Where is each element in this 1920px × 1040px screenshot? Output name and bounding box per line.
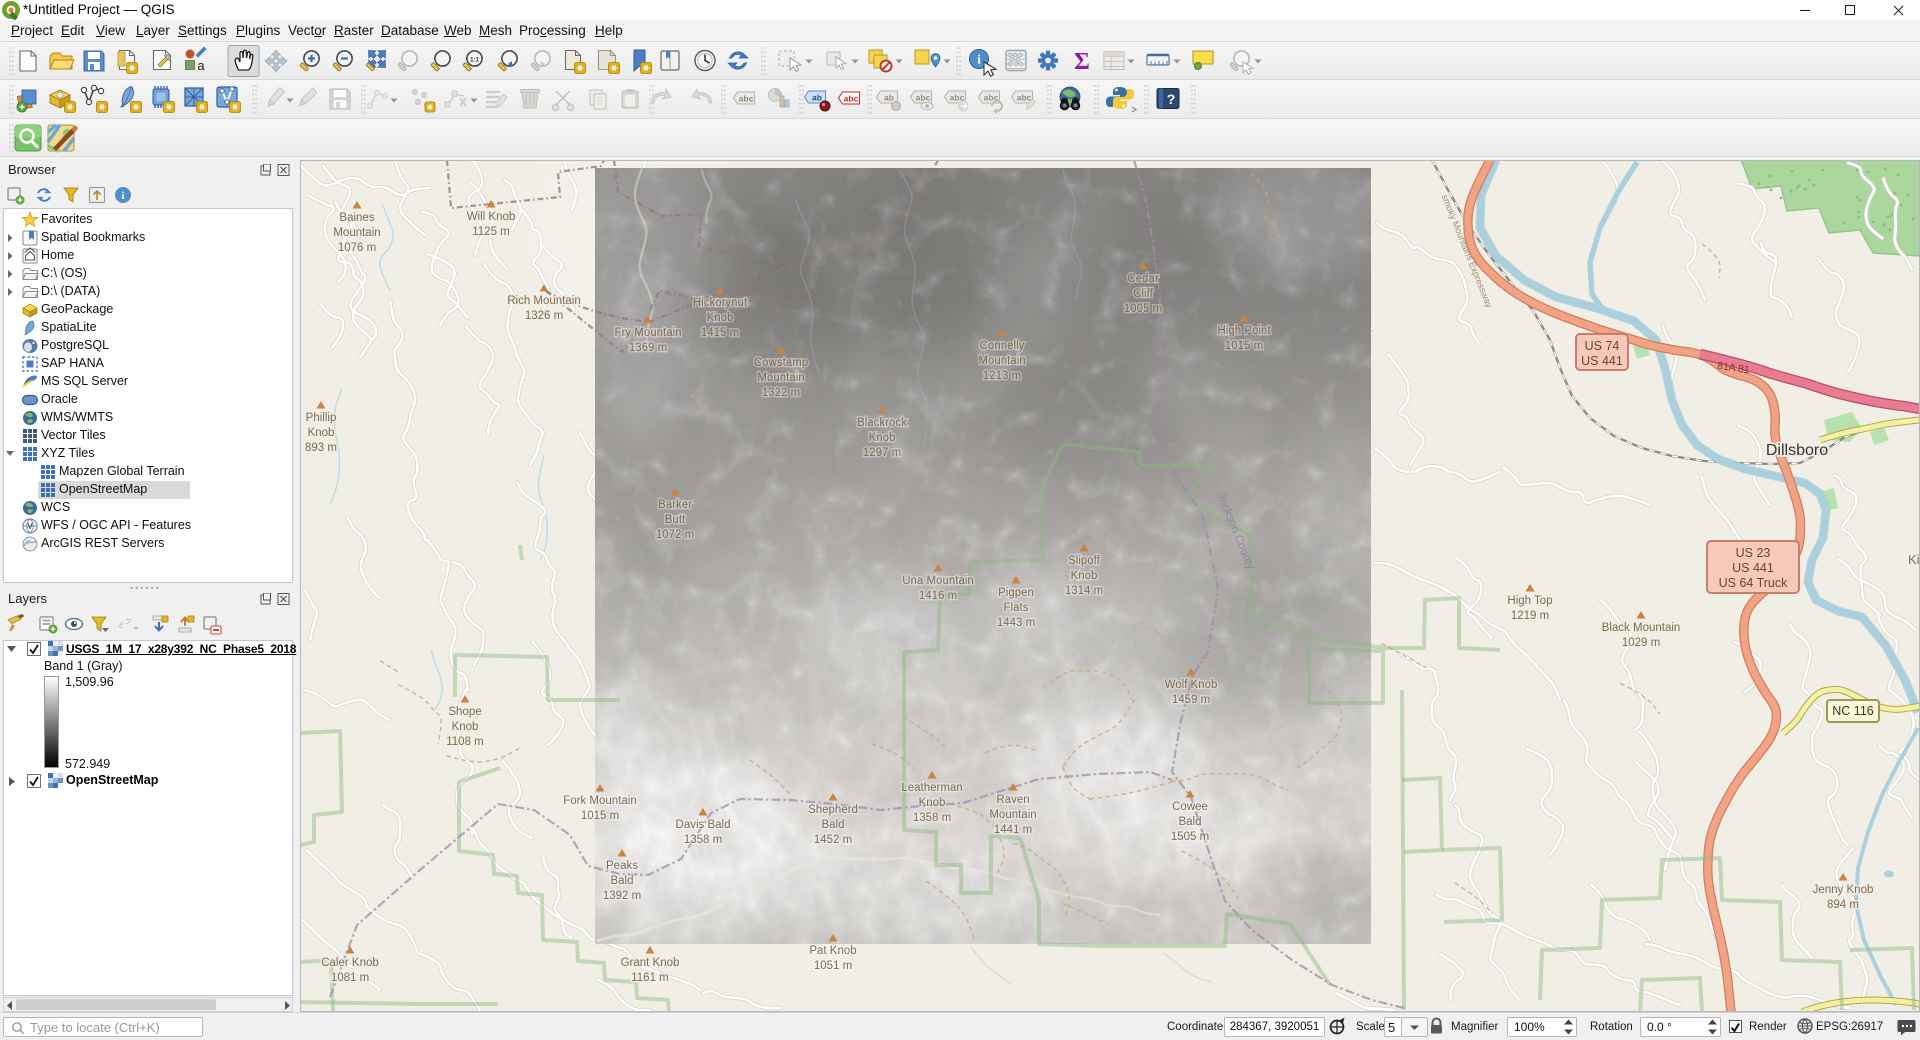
svg-text:US 441: US 441 <box>1581 354 1623 368</box>
svg-text:Bald: Bald <box>821 819 844 831</box>
svg-text:1416 m: 1416 m <box>919 590 957 602</box>
svg-text:1219 m: 1219 m <box>1511 610 1549 622</box>
svg-text:1297 m: 1297 m <box>863 447 901 459</box>
svg-text:i: i <box>121 190 124 202</box>
svg-text:1015 m: 1015 m <box>1225 340 1263 352</box>
svg-text:Hickorynut: Hickorynut <box>693 297 748 309</box>
svg-text:Knob: Knob <box>452 721 479 733</box>
svg-text:US 23: US 23 <box>1736 546 1771 560</box>
svg-text:abc: abc <box>739 93 754 103</box>
svg-text:Peaks: Peaks <box>606 860 638 872</box>
svg-text:1441 m: 1441 m <box>994 824 1032 836</box>
svg-text:Knob: Knob <box>869 432 896 444</box>
svg-text:ab: ab <box>812 92 822 102</box>
svg-text:Phillip: Phillip <box>306 412 337 424</box>
svg-text:Butt: Butt <box>665 514 686 526</box>
svg-text:1081 m: 1081 m <box>331 972 369 984</box>
svg-text:1072 m: 1072 m <box>656 529 694 541</box>
svg-text:US 74: US 74 <box>1585 339 1620 353</box>
svg-text:Caler Knob: Caler Knob <box>321 957 379 969</box>
svg-text:Mountain: Mountain <box>757 372 804 384</box>
svg-text:1459 m: 1459 m <box>1172 694 1210 706</box>
svg-text:1108 m: 1108 m <box>446 736 484 748</box>
svg-text:Pat Knob: Pat Knob <box>809 945 856 957</box>
svg-text:Dillsboro: Dillsboro <box>1766 442 1828 459</box>
svg-text:Mountain: Mountain <box>978 355 1025 367</box>
svg-text:Davis Bald: Davis Bald <box>676 819 731 831</box>
svg-text:Cowstamp: Cowstamp <box>754 357 808 369</box>
svg-text:Knob: Knob <box>707 312 734 324</box>
svg-text:Bald: Bald <box>610 875 633 887</box>
svg-text:Raven: Raven <box>996 794 1029 806</box>
svg-text:1015 m: 1015 m <box>581 810 619 822</box>
svg-text:1358 m: 1358 m <box>684 834 722 846</box>
svg-text:Mountain: Mountain <box>989 809 1036 821</box>
svg-text:1326 m: 1326 m <box>525 310 563 322</box>
svg-text:High Top: High Top <box>1507 595 1552 607</box>
svg-text:i: i <box>977 52 981 67</box>
svg-text:US 441: US 441 <box>1732 561 1774 575</box>
svg-text:abc: abc <box>1017 92 1032 102</box>
svg-text:Connelly: Connelly <box>980 340 1025 352</box>
svg-text:Wolf Knob: Wolf Knob <box>1165 679 1218 691</box>
svg-text:1369 m: 1369 m <box>629 342 667 354</box>
svg-text:ε: ε <box>119 617 124 631</box>
svg-text:Knob: Knob <box>1071 570 1098 582</box>
svg-text:Barker: Barker <box>658 499 692 511</box>
svg-text:Knob: Knob <box>308 427 335 439</box>
svg-text:Knob: Knob <box>919 797 946 809</box>
svg-text:1358 m: 1358 m <box>913 812 951 824</box>
svg-text:Cedar: Cedar <box>1127 273 1158 285</box>
svg-text:1213 m: 1213 m <box>983 370 1021 382</box>
svg-text:?: ? <box>1167 91 1176 107</box>
svg-text:Shope: Shope <box>448 706 481 718</box>
svg-text:Σ: Σ <box>1074 49 1090 75</box>
svg-text:1322 m: 1322 m <box>762 387 800 399</box>
svg-text:1314 m: 1314 m <box>1065 585 1103 597</box>
svg-text:Una Mountain: Una Mountain <box>902 575 974 587</box>
svg-text:1415 m: 1415 m <box>701 327 739 339</box>
svg-text:Fork Mountain: Fork Mountain <box>563 795 637 807</box>
svg-text:Jenny Knob: Jenny Knob <box>1813 884 1874 896</box>
svg-text:Flats: Flats <box>1004 602 1029 614</box>
svg-text:High Point: High Point <box>1217 325 1271 337</box>
svg-text:abc: abc <box>916 92 931 102</box>
svg-text:ab: ab <box>884 92 894 102</box>
svg-text:Bald: Bald <box>1178 816 1201 828</box>
svg-text:1076 m: 1076 m <box>338 242 376 254</box>
svg-text:1161 m: 1161 m <box>631 972 669 984</box>
svg-text:1443 m: 1443 m <box>997 617 1035 629</box>
svg-text:Slipoff: Slipoff <box>1068 555 1101 567</box>
svg-text:Shepherd: Shepherd <box>808 804 858 816</box>
svg-text:Pigpen: Pigpen <box>998 587 1034 599</box>
svg-text:1392 m: 1392 m <box>603 890 641 902</box>
svg-text:US 64 Truck: US 64 Truck <box>1719 576 1789 590</box>
svg-text:1029 m: 1029 m <box>1622 637 1660 649</box>
svg-text:Mountain: Mountain <box>333 227 380 239</box>
svg-text:Cowee: Cowee <box>1172 801 1208 813</box>
svg-text:Grant Knob: Grant Knob <box>621 957 680 969</box>
svg-text:1452 m: 1452 m <box>814 834 852 846</box>
svg-text:1051 m: 1051 m <box>814 960 852 972</box>
svg-text:Black Mountain: Black Mountain <box>1602 622 1681 634</box>
svg-text:abc: abc <box>844 93 859 103</box>
svg-text:Ki: Ki <box>1908 552 1920 567</box>
svg-text:Will Knob: Will Knob <box>467 211 516 223</box>
svg-text:893 m: 893 m <box>305 442 337 454</box>
svg-text:Cliff: Cliff <box>1133 288 1153 300</box>
svg-text:Fry Mountain: Fry Mountain <box>614 327 681 339</box>
svg-text:894 m: 894 m <box>1827 899 1859 911</box>
svg-text:Rich Mountain: Rich Mountain <box>507 295 581 307</box>
svg-text:Blackrock: Blackrock <box>857 417 907 429</box>
svg-text:1125 m: 1125 m <box>472 226 510 238</box>
svg-text:1:1: 1:1 <box>470 58 479 64</box>
svg-text:Baines: Baines <box>339 212 374 224</box>
svg-text:NC 116: NC 116 <box>1832 704 1874 718</box>
svg-text:1005 m: 1005 m <box>1124 303 1162 315</box>
svg-text:Leatherman: Leatherman <box>901 782 962 794</box>
svg-text:1505 m: 1505 m <box>1171 831 1209 843</box>
svg-text:a: a <box>197 58 205 73</box>
